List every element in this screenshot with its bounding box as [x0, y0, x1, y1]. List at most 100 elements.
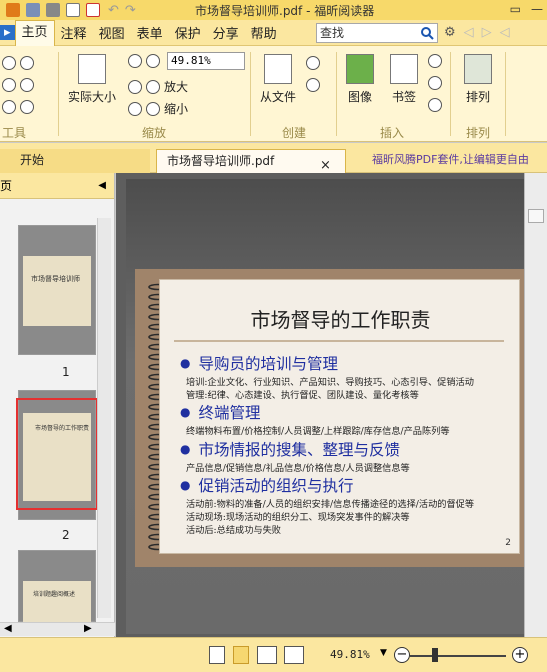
- thumbnail-panel-header: 页 ◀: [0, 173, 114, 199]
- section-heading: ● 终端管理: [180, 404, 261, 422]
- menu-form[interactable]: 表单: [131, 23, 169, 42]
- zoom-out-button[interactable]: 缩小: [128, 100, 188, 117]
- collapse-panel-icon[interactable]: ◀: [98, 173, 106, 199]
- page-thumbnail-3[interactable]: 培训题趣阅概述: [18, 550, 96, 623]
- zoom-slider-knob[interactable]: [432, 648, 438, 662]
- zoom-out-icon: [146, 101, 160, 116]
- save-icon[interactable]: [26, 3, 40, 17]
- zoom-in-circle-icon[interactable]: +: [512, 647, 528, 663]
- attachment-icon[interactable]: [428, 76, 442, 90]
- section-line: 管理:纪律、心态建设、执行督促、团队建设、量化考核等: [186, 390, 419, 401]
- zoom-tool-icon[interactable]: [146, 54, 160, 68]
- title-divider: [174, 340, 504, 342]
- tab-start[interactable]: 开始: [0, 149, 150, 173]
- minimize-icon[interactable]: —: [531, 2, 543, 16]
- scroll-left-icon[interactable]: ◀: [4, 623, 12, 634]
- section-line: 终端物料布置/价格控制/人员调整/上样跟踪/库存信息/产品陈列等: [186, 426, 450, 437]
- thumbnail-scrollbar[interactable]: [97, 218, 111, 618]
- image-icon: [346, 54, 374, 84]
- arrange-button[interactable]: 排列: [464, 54, 492, 105]
- open-icon[interactable]: [66, 3, 80, 17]
- section-heading-text: 终端管理: [198, 404, 261, 422]
- group-label-create: 创建: [282, 126, 307, 140]
- image-button[interactable]: 图像: [346, 54, 374, 105]
- slide: 市场督导的工作职责 ● 导购员的培训与管理 培训:企业文化、行业知识、产品知识、导…: [135, 269, 525, 567]
- redo-icon[interactable]: ↷: [125, 3, 136, 18]
- print-icon[interactable]: [46, 3, 60, 17]
- menu-view[interactable]: 视图: [93, 23, 131, 42]
- fit-visible-icon: [128, 101, 142, 116]
- group-label-arrange: 排列: [466, 126, 491, 140]
- window-title: 市场督导培训师.pdf - 福昕阅读器: [195, 4, 375, 18]
- ribbon-toggle-icon[interactable]: ▭: [510, 2, 521, 16]
- section-line: 活动后:总结成功与失败: [186, 525, 281, 536]
- section-line: 产品信息/促销信息/礼品信息/价格信息/人员调整信息等: [186, 463, 410, 474]
- zoom-select[interactable]: 49.81%: [167, 52, 245, 70]
- document-viewer[interactable]: 市场督导的工作职责 ● 导购员的培训与管理 培训:企业文化、行业知识、产品知识、导…: [116, 173, 547, 637]
- actual-size-label: 实际大小: [68, 90, 117, 104]
- zoom-slider[interactable]: [410, 655, 506, 657]
- next-icon[interactable]: ▷: [482, 25, 492, 40]
- section-line: 培训:企业文化、行业知识、产品知识、导购技巧、心态引导、促销活动: [186, 377, 474, 388]
- zoom-dropdown-icon[interactable]: ▼: [380, 648, 387, 658]
- menu-bar: ▸ 主页 注释 视图 表单 保护 分享 帮助 查找 ⚙ ◁ ▷ ◁: [0, 19, 547, 46]
- title-bar: ↶ ↷ 市场督导培训师.pdf - 福昕阅读器 ▭ —: [0, 0, 547, 20]
- from-file-button[interactable]: 从文件: [260, 54, 296, 105]
- file-menu-icon[interactable]: ▸: [0, 25, 15, 40]
- ribbon: 工具 实际大小 49.81% 放大 缩小 缩放 从文件 创建 图像 书签 插入 …: [0, 46, 547, 142]
- link-icon[interactable]: [428, 54, 442, 68]
- prev-icon[interactable]: ◁: [464, 25, 474, 40]
- selected-thumbnail-frame: [16, 398, 98, 510]
- hand-tool-icon[interactable]: [2, 56, 16, 70]
- scrollbar-thumb[interactable]: [528, 209, 544, 223]
- page-thumbnail-1[interactable]: 市场督导培训师: [18, 225, 96, 355]
- section-heading-text: 市场情报的搜集、整理与反馈: [198, 441, 400, 459]
- arrange-label: 排列: [465, 90, 490, 104]
- video-icon[interactable]: [428, 98, 442, 112]
- menu-comment[interactable]: 注释: [55, 23, 93, 42]
- facing-view-icon[interactable]: [257, 646, 277, 664]
- app-logo-icon: [6, 3, 20, 17]
- edit-tool-icon[interactable]: [2, 100, 16, 114]
- continuous-view-icon[interactable]: [233, 646, 249, 664]
- close-tab-icon[interactable]: ×: [320, 158, 331, 173]
- section-heading-text: 导购员的培训与管理: [198, 355, 338, 373]
- section-line: 活动现场:现场活动的组织分工、现场突发事件的解决等: [186, 512, 410, 523]
- document-scrollbar[interactable]: [524, 173, 547, 637]
- menu-help[interactable]: 帮助: [245, 23, 283, 42]
- clipboard-create-icon[interactable]: [306, 78, 320, 92]
- blank-page-icon[interactable]: [306, 56, 320, 70]
- page-icon: [78, 54, 106, 84]
- screenshot-icon[interactable]: [20, 56, 34, 70]
- fit-page-icon[interactable]: [128, 54, 142, 68]
- undo-icon[interactable]: ↶: [108, 3, 119, 18]
- thumbnail-hscrollbar[interactable]: ◀ ▶: [0, 622, 115, 636]
- search-icon[interactable]: [420, 26, 434, 40]
- settings-icon[interactable]: ⚙: [444, 25, 456, 40]
- group-label-tools: 工具: [2, 126, 27, 140]
- section-heading: ● 促销活动的组织与执行: [180, 477, 354, 495]
- actual-size-button[interactable]: 实际大小: [68, 54, 116, 105]
- bookmark-button[interactable]: 书签: [390, 54, 418, 105]
- promo-link[interactable]: 福昕风腾PDF套件,让编辑更自由: [372, 151, 529, 167]
- new-icon[interactable]: [86, 3, 100, 17]
- menu-home[interactable]: 主页: [14, 19, 55, 46]
- panel-title: 页: [0, 179, 13, 193]
- clipboard-icon[interactable]: [20, 100, 34, 114]
- section-heading-text: 促销活动的组织与执行: [198, 477, 354, 495]
- help-icon[interactable]: ◁: [500, 25, 510, 40]
- menu-share[interactable]: 分享: [207, 23, 245, 42]
- select-text-icon[interactable]: [2, 78, 16, 92]
- tab-document[interactable]: 市场督导培训师.pdf: [156, 149, 346, 173]
- scroll-right-icon[interactable]: ▶: [84, 623, 92, 634]
- from-file-label: 从文件: [260, 90, 297, 104]
- zoom-out-circle-icon[interactable]: −: [394, 647, 410, 663]
- single-page-view-icon[interactable]: [209, 646, 225, 664]
- section-heading: ● 市场情报的搜集、整理与反馈: [180, 441, 400, 459]
- zoom-in-button[interactable]: 放大: [128, 78, 188, 95]
- menu-protect[interactable]: 保护: [169, 23, 207, 42]
- image-label: 图像: [347, 90, 372, 104]
- continuous-facing-view-icon[interactable]: [284, 646, 304, 664]
- typewriter-icon[interactable]: [20, 78, 34, 92]
- status-zoom-value[interactable]: 49.81%: [330, 648, 370, 661]
